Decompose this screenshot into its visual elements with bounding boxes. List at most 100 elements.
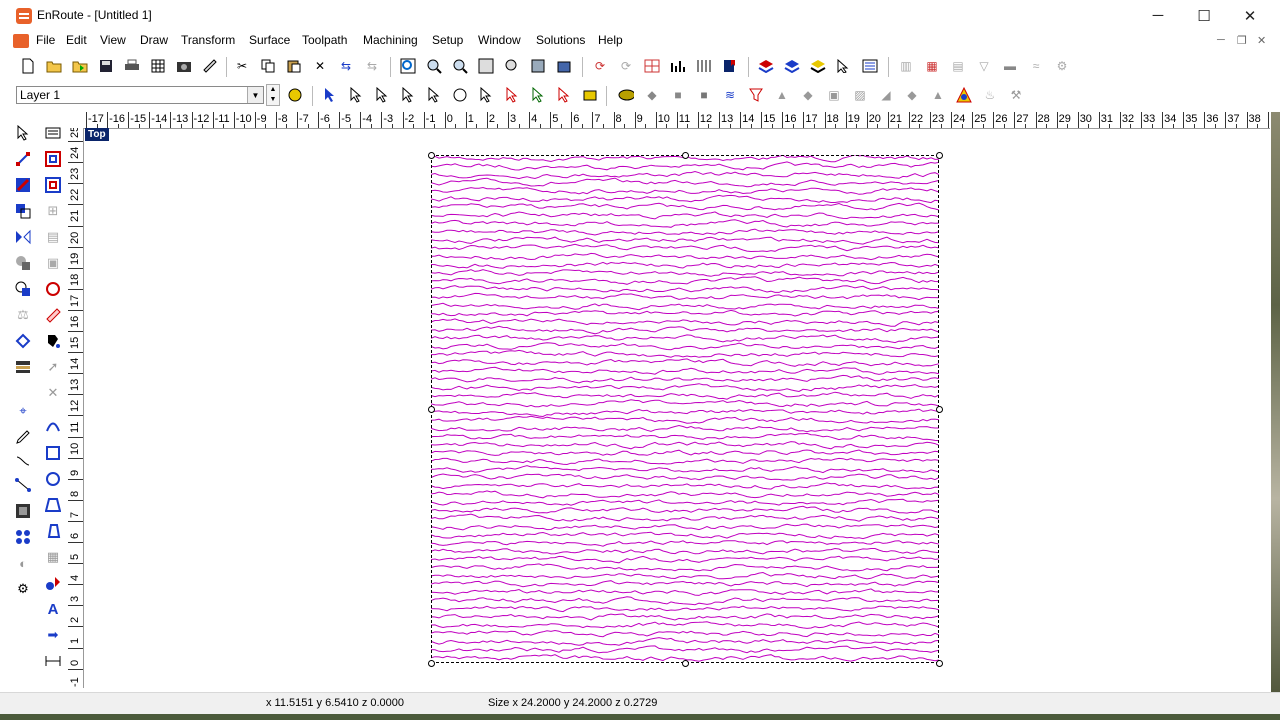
array-tool-icon[interactable] xyxy=(14,528,32,546)
disabled-sidebar-icon[interactable]: ➚ xyxy=(44,358,62,376)
menu-setup[interactable]: Setup xyxy=(432,33,463,47)
curve-tool-icon[interactable] xyxy=(44,418,62,436)
menu-transform[interactable]: Transform xyxy=(181,33,235,47)
pointer-tool-icon[interactable] xyxy=(14,124,32,142)
menu-solutions[interactable]: Solutions xyxy=(536,33,585,47)
polygon-tool-icon[interactable] xyxy=(44,496,62,514)
app-logo-icon[interactable] xyxy=(16,8,32,24)
circle-tool-icon[interactable] xyxy=(44,280,62,298)
menu-surface[interactable]: Surface xyxy=(249,33,290,47)
cut-icon[interactable]: ✂ xyxy=(234,58,250,74)
maximize-button[interactable]: ☐ xyxy=(1181,0,1227,31)
mdi-minimize-button[interactable]: ─ xyxy=(1217,34,1225,46)
disabled-tool-icon[interactable]: ≈ xyxy=(1028,58,1044,74)
ellipse-tool-icon[interactable] xyxy=(44,470,62,488)
menu-machining[interactable]: Machining xyxy=(363,33,418,47)
transform-tool-icon[interactable] xyxy=(14,176,32,194)
fill-tool-icon[interactable] xyxy=(44,332,62,350)
surface-bevel-icon[interactable]: ◆ xyxy=(904,87,920,103)
text-tool-icon[interactable]: A xyxy=(44,600,62,618)
zoom-extents-icon[interactable] xyxy=(400,58,416,74)
copy-icon[interactable] xyxy=(260,58,276,74)
surface-filter-icon[interactable] xyxy=(748,87,764,103)
rotate-view-icon[interactable]: ⟳ xyxy=(592,58,608,74)
horizontal-ruler[interactable]: -17 -16 -15 -14 -13 -12 -11 -10 -9 -8 -7 -6 -5 -4 -3 -2… xyxy=(84,112,1270,129)
select-similar-icon[interactable] xyxy=(530,87,546,103)
redo-icon[interactable]: ⇆ xyxy=(364,58,380,74)
layer-properties-icon[interactable] xyxy=(287,87,303,103)
select-all-icon[interactable] xyxy=(582,87,598,103)
point-tool-icon[interactable]: ⌖ xyxy=(14,402,32,420)
disabled-sidebar-icon[interactable]: ▣ xyxy=(44,254,62,272)
save-icon[interactable] xyxy=(98,58,114,74)
disabled-sidebar-icon[interactable]: ⊞ xyxy=(44,202,62,220)
grid-icon[interactable] xyxy=(150,58,166,74)
frame-tool-icon[interactable] xyxy=(14,502,32,520)
select-group-icon[interactable] xyxy=(556,87,572,103)
gear-tool-icon[interactable]: ⚙ xyxy=(14,580,32,598)
select-node-icon[interactable] xyxy=(348,87,364,103)
document-menu-icon[interactable] xyxy=(13,34,29,48)
layers-icon[interactable] xyxy=(758,58,774,74)
print-icon[interactable] xyxy=(124,58,140,74)
layers-sidebar-icon[interactable] xyxy=(14,358,32,376)
inset-tool-icon[interactable] xyxy=(44,176,62,194)
offset-tool-icon[interactable] xyxy=(44,150,62,168)
surface-sweep-icon[interactable]: ▣ xyxy=(826,87,842,103)
layer-list-icon[interactable] xyxy=(862,58,878,74)
dimension-tool-icon[interactable] xyxy=(44,652,62,670)
properties-tool-icon[interactable] xyxy=(44,124,62,142)
paste-icon[interactable] xyxy=(286,58,302,74)
polyline-tool-icon[interactable] xyxy=(14,476,32,494)
measure-icon[interactable] xyxy=(202,58,218,74)
bookmark-icon[interactable] xyxy=(722,58,738,74)
delete-icon[interactable]: ✕ xyxy=(312,58,328,74)
scale-tool-icon[interactable] xyxy=(14,202,32,220)
layer-up-icon[interactable] xyxy=(810,58,826,74)
bitmap-icon[interactable]: ♨ xyxy=(982,87,998,103)
disabled-tool-icon[interactable]: ⚙ xyxy=(1054,58,1070,74)
menu-window[interactable]: Window xyxy=(478,33,521,47)
chevron-down-icon[interactable]: ▼ xyxy=(247,87,263,103)
mirror-tool-icon[interactable] xyxy=(14,228,32,246)
disabled-tool-icon[interactable]: ▽ xyxy=(976,58,992,74)
menu-toolpath[interactable]: Toolpath xyxy=(302,33,347,47)
select-add-icon[interactable] xyxy=(374,87,390,103)
grid-tool-icon[interactable]: ▦ xyxy=(44,548,62,566)
disabled-tool-icon[interactable]: ▥ xyxy=(898,58,914,74)
menu-draw[interactable]: Draw xyxy=(140,33,168,47)
select-circle-icon[interactable] xyxy=(452,87,468,103)
disabled-sidebar-icon[interactable]: ✕ xyxy=(44,384,62,402)
surface-extrude-icon[interactable]: ◢ xyxy=(878,87,894,103)
toolpath-pattern[interactable] xyxy=(431,155,939,663)
menu-help[interactable]: Help xyxy=(598,33,623,47)
select-window-icon[interactable] xyxy=(400,87,416,103)
mdi-close-button[interactable]: ✕ xyxy=(1257,34,1266,47)
layout-icon[interactable] xyxy=(644,58,660,74)
select-tool-icon[interactable] xyxy=(322,87,338,103)
relief-icon[interactable]: ◆ xyxy=(644,87,660,103)
rectangle-tool-icon[interactable] xyxy=(44,444,62,462)
arrow-right-icon[interactable]: ➡ xyxy=(44,626,62,644)
new-file-icon[interactable] xyxy=(20,58,36,74)
import-icon[interactable] xyxy=(72,58,88,74)
layer-spinner[interactable]: ▲ ▼ xyxy=(266,84,280,106)
select-cross-icon[interactable] xyxy=(478,87,494,103)
chart-icon[interactable] xyxy=(670,58,686,74)
zoom-object-icon[interactable] xyxy=(530,58,546,74)
select-fence-icon[interactable] xyxy=(504,87,520,103)
zoom-selection-icon[interactable] xyxy=(504,58,520,74)
material-icon[interactable] xyxy=(618,87,634,103)
surface-dome-icon[interactable]: ▲ xyxy=(774,87,790,103)
menu-file[interactable]: File xyxy=(36,33,55,47)
node-edit-icon[interactable] xyxy=(14,150,32,168)
folder-gray-icon[interactable]: ▬ xyxy=(1002,58,1018,74)
camera-icon[interactable] xyxy=(176,58,192,74)
weld-tool-icon[interactable] xyxy=(14,332,32,350)
shape-tool-icon[interactable] xyxy=(14,254,32,272)
symbol-tool-icon[interactable] xyxy=(44,574,62,592)
select-layer-icon[interactable] xyxy=(836,58,852,74)
star-tool-icon[interactable] xyxy=(44,522,62,540)
ruler-tool-icon[interactable] xyxy=(44,306,62,324)
zoom-in-icon[interactable] xyxy=(426,58,442,74)
